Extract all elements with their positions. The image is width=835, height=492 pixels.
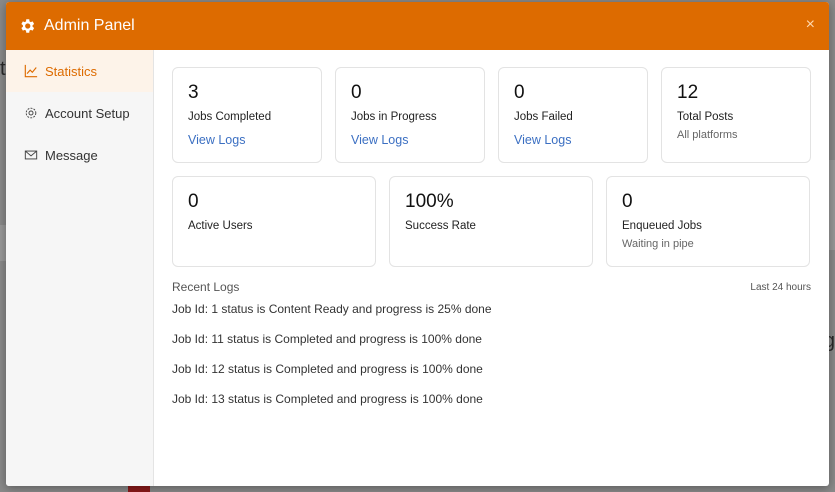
recent-logs-title: Recent Logs <box>172 280 240 294</box>
envelope-icon <box>24 148 38 162</box>
stat-label: Jobs Failed <box>514 111 573 123</box>
stat-value: 12 <box>677 82 699 103</box>
stat-card-active-users: 0 Active Users <box>172 176 376 267</box>
recent-logs-header: Recent Logs Last 24 hours <box>172 280 811 294</box>
stats-row-bottom: 0 Active Users 100% Success Rate 0 Enque… <box>172 176 811 267</box>
stat-card-enqueued-jobs: 0 Enqueued Jobs Waiting in pipe <box>606 176 810 267</box>
sidebar-item-label: Account Setup <box>45 105 130 121</box>
recent-logs-range: Last 24 hours <box>750 281 811 293</box>
stat-subtext: Waiting in pipe <box>622 238 694 250</box>
sidebar-item-account-setup[interactable]: Account Setup <box>6 92 153 134</box>
stat-card-total-posts: 12 Total Posts All platforms <box>661 67 811 163</box>
modal-body: Statistics Account Setup Message 3 Jobs … <box>6 50 829 486</box>
stat-value: 0 <box>514 82 525 103</box>
recent-logs-list: Job Id: 1 status is Content Ready and pr… <box>172 302 811 422</box>
stat-label: Jobs in Progress <box>351 111 437 123</box>
sidebar-item-label: Statistics <box>45 63 98 79</box>
statistics-content: 3 Jobs Completed View Logs 0 Jobs in Pro… <box>154 50 829 486</box>
log-entry: Job Id: 1 status is Content Ready and pr… <box>172 302 492 316</box>
background-strip <box>829 160 835 250</box>
view-logs-link[interactable]: View Logs <box>188 133 245 147</box>
log-entry: Job Id: 12 status is Completed and progr… <box>172 362 483 376</box>
stat-label: Success Rate <box>405 220 476 232</box>
stat-value: 3 <box>188 82 199 103</box>
stat-card-jobs-in-progress: 0 Jobs in Progress View Logs <box>335 67 485 163</box>
stat-card-jobs-completed: 3 Jobs Completed View Logs <box>172 67 322 163</box>
view-logs-link[interactable]: View Logs <box>514 133 571 147</box>
stats-row-top: 3 Jobs Completed View Logs 0 Jobs in Pro… <box>172 67 811 163</box>
stat-value: 0 <box>622 191 633 212</box>
stat-label: Active Users <box>188 220 253 232</box>
stat-label: Enqueued Jobs <box>622 220 702 232</box>
sidebar-item-message[interactable]: Message <box>6 134 153 176</box>
stat-subtext: All platforms <box>677 129 738 141</box>
stat-value: 100% <box>405 191 454 212</box>
stat-card-success-rate: 100% Success Rate <box>389 176 593 267</box>
chart-line-icon <box>24 64 38 78</box>
close-button[interactable]: × <box>806 16 815 34</box>
stat-value: 0 <box>351 82 362 103</box>
stat-value: 0 <box>188 191 199 212</box>
sidebar: Statistics Account Setup Message <box>6 50 154 486</box>
modal-header: Admin Panel × <box>6 2 829 50</box>
stat-card-jobs-failed: 0 Jobs Failed View Logs <box>498 67 648 163</box>
stat-label: Total Posts <box>677 111 734 123</box>
gear-icon <box>24 106 38 120</box>
admin-panel-modal: Admin Panel × Statistics Account Setup M… <box>6 2 829 486</box>
view-logs-link[interactable]: View Logs <box>351 133 408 147</box>
background-text: t <box>0 58 6 80</box>
gear-icon <box>18 17 36 35</box>
stat-label: Jobs Completed <box>188 111 272 123</box>
sidebar-item-label: Message <box>45 147 98 163</box>
modal-title: Admin Panel <box>44 17 135 34</box>
log-entry: Job Id: 11 status is Completed and progr… <box>172 332 482 346</box>
log-entry: Job Id: 13 status is Completed and progr… <box>172 392 483 406</box>
sidebar-item-statistics[interactable]: Statistics <box>6 50 153 92</box>
